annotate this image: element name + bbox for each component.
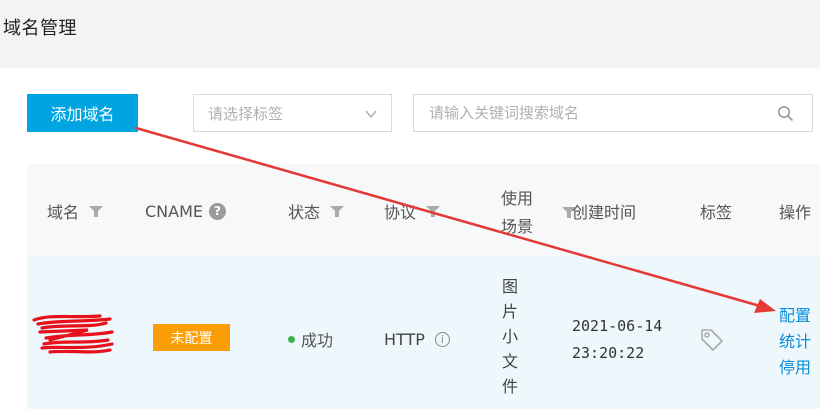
header-protocol-label: 协议 [384,203,417,222]
page-title: 域名管理 [3,18,77,39]
header-cname: CNAME ? [145,200,226,222]
protocol-text: HTTP [384,329,425,349]
scene-char: 件 [501,377,518,396]
scene-char: 图 [501,277,518,296]
header-domain: 域名 [47,200,104,222]
search-icon[interactable] [777,105,794,122]
redacted-domain-scribble [32,314,114,354]
header-scene-line1: 使用 [501,189,534,208]
filter-icon[interactable] [330,205,345,218]
chevron-down-icon [365,110,377,119]
header-tags: 标签 [700,203,733,222]
main-panel: 添加域名 请选择标签 域名 CNAME ? 状态 协议 [0,68,820,409]
header-scene-line2: 场景 [501,217,534,236]
header-protocol: 协议 [384,200,441,222]
scene-char: 小 [501,327,518,346]
header-created: 创建时间 [572,203,637,222]
search-input[interactable] [415,96,769,130]
tag-select-placeholder: 请选择标签 [208,104,284,123]
help-icon[interactable]: ? [209,202,226,220]
header-status: 状态 [288,200,345,222]
search-box [413,94,813,132]
disable-link[interactable]: 停用 [779,354,811,378]
status-success-dot [288,335,295,343]
configure-link[interactable]: 配置 [779,302,811,326]
tag-select[interactable]: 请选择标签 [193,94,392,132]
tag-icon[interactable] [699,327,725,353]
scene-char: 文 [501,352,518,371]
header-actions: 操作 [779,203,812,222]
header-status-label: 状态 [288,203,321,222]
status-cell: 成功 [288,328,333,350]
status-text: 成功 [301,331,334,350]
protocol-cell: HTTP i [384,328,450,350]
add-domain-button[interactable]: 添加域名 [27,94,138,132]
created-date: 2021-06-14 [572,317,663,335]
stats-link[interactable]: 统计 [779,328,811,352]
header-domain-label: 域名 [47,203,80,222]
header-cname-label: CNAME [145,201,203,221]
scene-char: 片 [501,302,518,321]
info-icon[interactable]: i [434,331,450,347]
scene-cell: 图 片 小 文 件 [500,274,520,399]
created-time: 23:20:22 [572,344,645,362]
cname-status-badge: 未配置 [153,324,230,351]
filter-icon[interactable] [426,205,441,218]
filter-icon[interactable] [89,205,104,218]
header-scene: 使用 场景 [501,186,533,236]
